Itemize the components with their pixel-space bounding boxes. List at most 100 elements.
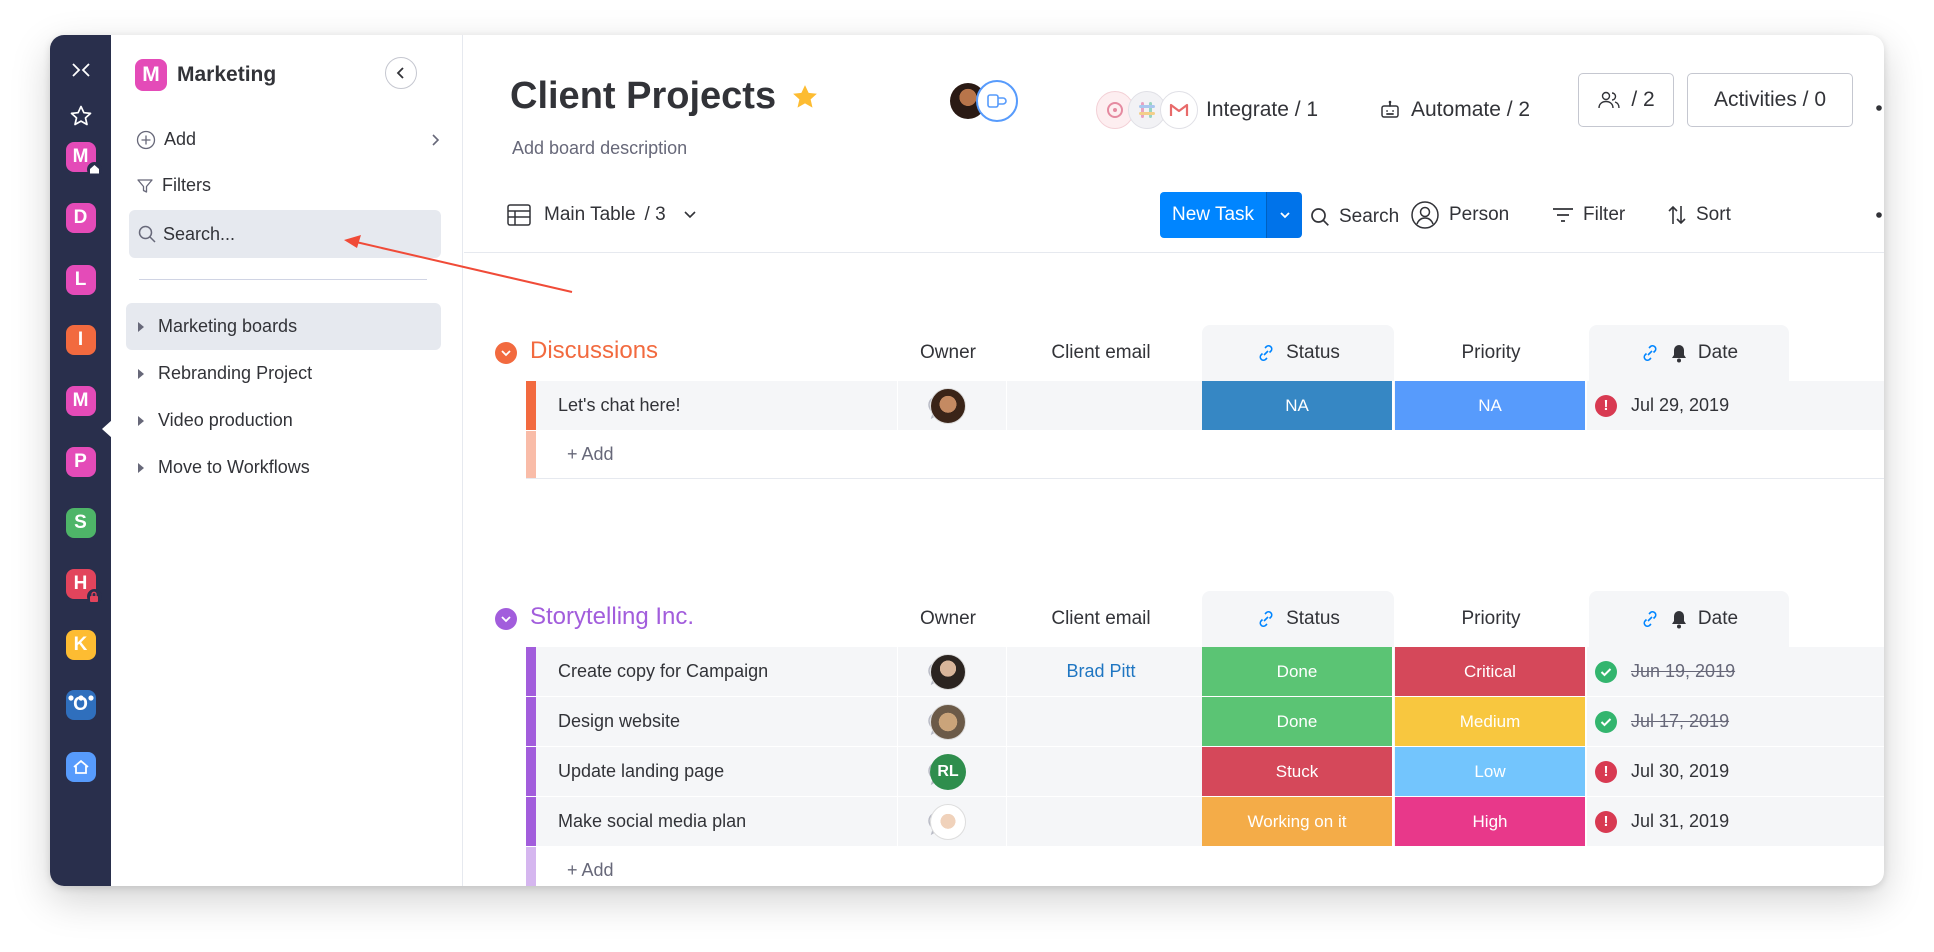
sidebar-board-item[interactable]: Marketing boards xyxy=(126,303,441,350)
sidebar-board-item[interactable]: Move to Workflows xyxy=(126,444,441,491)
filter-button[interactable]: Filter xyxy=(1552,195,1625,235)
workspace-switch-2[interactable]: L xyxy=(60,259,101,300)
status-cell[interactable]: Done xyxy=(1202,697,1394,746)
date-cell[interactable]: ! Jul 30, 2019 xyxy=(1595,747,1795,796)
owner-avatar[interactable] xyxy=(930,703,966,740)
date-cell[interactable]: ! Jul 31, 2019 xyxy=(1595,797,1795,846)
view-selector[interactable]: Main Table / 3 xyxy=(506,195,697,235)
task-name[interactable]: Let's chat here! xyxy=(558,381,681,430)
priority-cell[interactable]: NA xyxy=(1395,381,1587,430)
workspace-switch-7[interactable]: H xyxy=(60,563,102,604)
new-task-button[interactable]: New Task xyxy=(1160,192,1267,238)
client-email-cell[interactable]: Brad Pitt xyxy=(1006,647,1196,696)
chevron-down-icon xyxy=(684,211,696,219)
board-title[interactable]: Client Projects xyxy=(510,75,776,118)
column-header-owner[interactable]: Owner xyxy=(897,591,999,647)
add-item-label[interactable]: + Add xyxy=(567,431,614,478)
board-more-menu-icon[interactable] xyxy=(1876,85,1884,131)
status-cell[interactable]: Working on it xyxy=(1202,797,1394,846)
column-header-client-email[interactable]: Client email xyxy=(1006,591,1196,647)
table-row[interactable]: Design website Done Medium Jul 17, 2019 xyxy=(526,697,1884,747)
priority-cell[interactable]: Critical xyxy=(1395,647,1587,696)
toolbar-more-icon[interactable] xyxy=(1876,195,1884,235)
status-cell[interactable]: NA xyxy=(1202,381,1394,430)
owner-cell[interactable] xyxy=(897,697,999,746)
column-header-client-email[interactable]: Client email xyxy=(1006,325,1196,381)
group-title[interactable]: Discussions xyxy=(530,337,658,365)
owner-cell[interactable] xyxy=(897,381,999,430)
sidebar-search[interactable] xyxy=(129,210,441,258)
column-header-status[interactable]: Status xyxy=(1202,591,1394,647)
home-workspace-icon[interactable] xyxy=(60,746,101,787)
owner-cell[interactable] xyxy=(897,647,999,696)
client-email-cell[interactable] xyxy=(1006,797,1196,846)
board-subscribers[interactable] xyxy=(950,80,1030,124)
date-cell[interactable]: Jul 17, 2019 xyxy=(1595,697,1795,746)
add-item-button[interactable]: Add xyxy=(136,129,441,150)
column-header-date[interactable]: Date xyxy=(1589,325,1789,381)
priority-cell[interactable]: Medium xyxy=(1395,697,1587,746)
client-email-cell[interactable] xyxy=(1006,697,1196,746)
workspace-switch-8[interactable]: K xyxy=(60,624,101,665)
workspace-switch-5[interactable]: P xyxy=(60,441,101,482)
date-cell[interactable]: ! Jul 29, 2019 xyxy=(1595,381,1795,430)
add-item-label[interactable]: + Add xyxy=(567,847,614,886)
client-email-cell[interactable] xyxy=(1006,381,1196,430)
client-email-cell[interactable] xyxy=(1006,747,1196,796)
column-header-priority[interactable]: Priority xyxy=(1395,325,1587,381)
add-item-row[interactable]: + Add xyxy=(526,847,1884,886)
workspace-switch-3[interactable]: I xyxy=(60,319,101,360)
collapse-rail-icon[interactable] xyxy=(60,49,101,90)
group-collapse-icon[interactable] xyxy=(495,608,517,630)
board-members-button[interactable]: / 2 xyxy=(1578,73,1674,127)
owner-cell[interactable] xyxy=(897,797,999,846)
column-header-owner[interactable]: Owner xyxy=(897,325,999,381)
star-favorite-icon[interactable] xyxy=(790,82,820,112)
priority-cell[interactable]: High xyxy=(1395,797,1587,846)
owner-avatar[interactable] xyxy=(930,803,966,840)
board-search-button[interactable]: Search xyxy=(1310,197,1399,237)
task-name[interactable]: Update landing page xyxy=(558,747,724,796)
group-collapse-icon[interactable] xyxy=(495,342,517,364)
workspace-switch-6[interactable]: S xyxy=(60,502,101,543)
table-row[interactable]: Create copy for Campaign Brad Pitt Done Cri… xyxy=(526,647,1884,697)
task-name[interactable]: Make social media plan xyxy=(558,797,746,846)
group-title[interactable]: Storytelling Inc. xyxy=(530,603,694,631)
workspace-header[interactable]: M Marketing xyxy=(135,59,276,91)
column-header-date[interactable]: Date xyxy=(1589,591,1789,647)
status-cell[interactable]: Stuck xyxy=(1202,747,1394,796)
owner-avatar[interactable] xyxy=(930,653,966,690)
sidebar-search-input[interactable] xyxy=(163,223,423,245)
workspace-switch-4[interactable]: M xyxy=(60,380,101,421)
sort-button[interactable]: Sort xyxy=(1667,195,1731,235)
board-description[interactable]: Add board description xyxy=(512,138,687,159)
sidebar-board-item[interactable]: Rebranding Project xyxy=(126,350,441,397)
task-name[interactable]: Create copy for Campaign xyxy=(558,647,768,696)
priority-cell[interactable]: Low xyxy=(1395,747,1587,796)
collapse-sidebar-button[interactable] xyxy=(385,57,417,89)
add-item-row[interactable]: + Add xyxy=(526,431,1884,479)
column-header-priority[interactable]: Priority xyxy=(1395,591,1587,647)
workspace-switch-0[interactable]: M xyxy=(60,136,102,177)
favorites-icon[interactable] xyxy=(60,95,101,136)
table-row[interactable]: Update landing page RL Stuck Low! Jul 30, 20… xyxy=(526,747,1884,797)
sidebar-board-item[interactable]: Video production xyxy=(126,397,441,444)
table-icon xyxy=(507,204,531,226)
activities-button[interactable]: Activities / 0 xyxy=(1687,73,1853,127)
date-cell[interactable]: Jun 19, 2019 xyxy=(1595,647,1795,696)
task-name[interactable]: Design website xyxy=(558,697,680,746)
new-task-dropdown[interactable] xyxy=(1266,192,1303,238)
filters-button[interactable]: Filters xyxy=(136,175,211,196)
owner-cell[interactable]: RL xyxy=(897,747,999,796)
integrate-button[interactable]: Integrate / 1 xyxy=(1096,87,1318,133)
table-row[interactable]: Let's chat here! NA NA! Jul 29, 2019 xyxy=(526,381,1884,431)
owner-avatar[interactable]: RL xyxy=(930,753,966,790)
automate-button[interactable]: Automate / 2 xyxy=(1379,87,1530,133)
status-cell[interactable]: Done xyxy=(1202,647,1394,696)
owner-avatar[interactable] xyxy=(930,387,966,424)
more-apps-icon[interactable] xyxy=(60,677,101,718)
person-filter-button[interactable]: Person xyxy=(1410,195,1509,235)
table-row[interactable]: Make social media plan Working on it High!… xyxy=(526,797,1884,847)
workspace-switch-1[interactable]: D xyxy=(60,197,101,238)
column-header-status[interactable]: Status xyxy=(1202,325,1394,381)
